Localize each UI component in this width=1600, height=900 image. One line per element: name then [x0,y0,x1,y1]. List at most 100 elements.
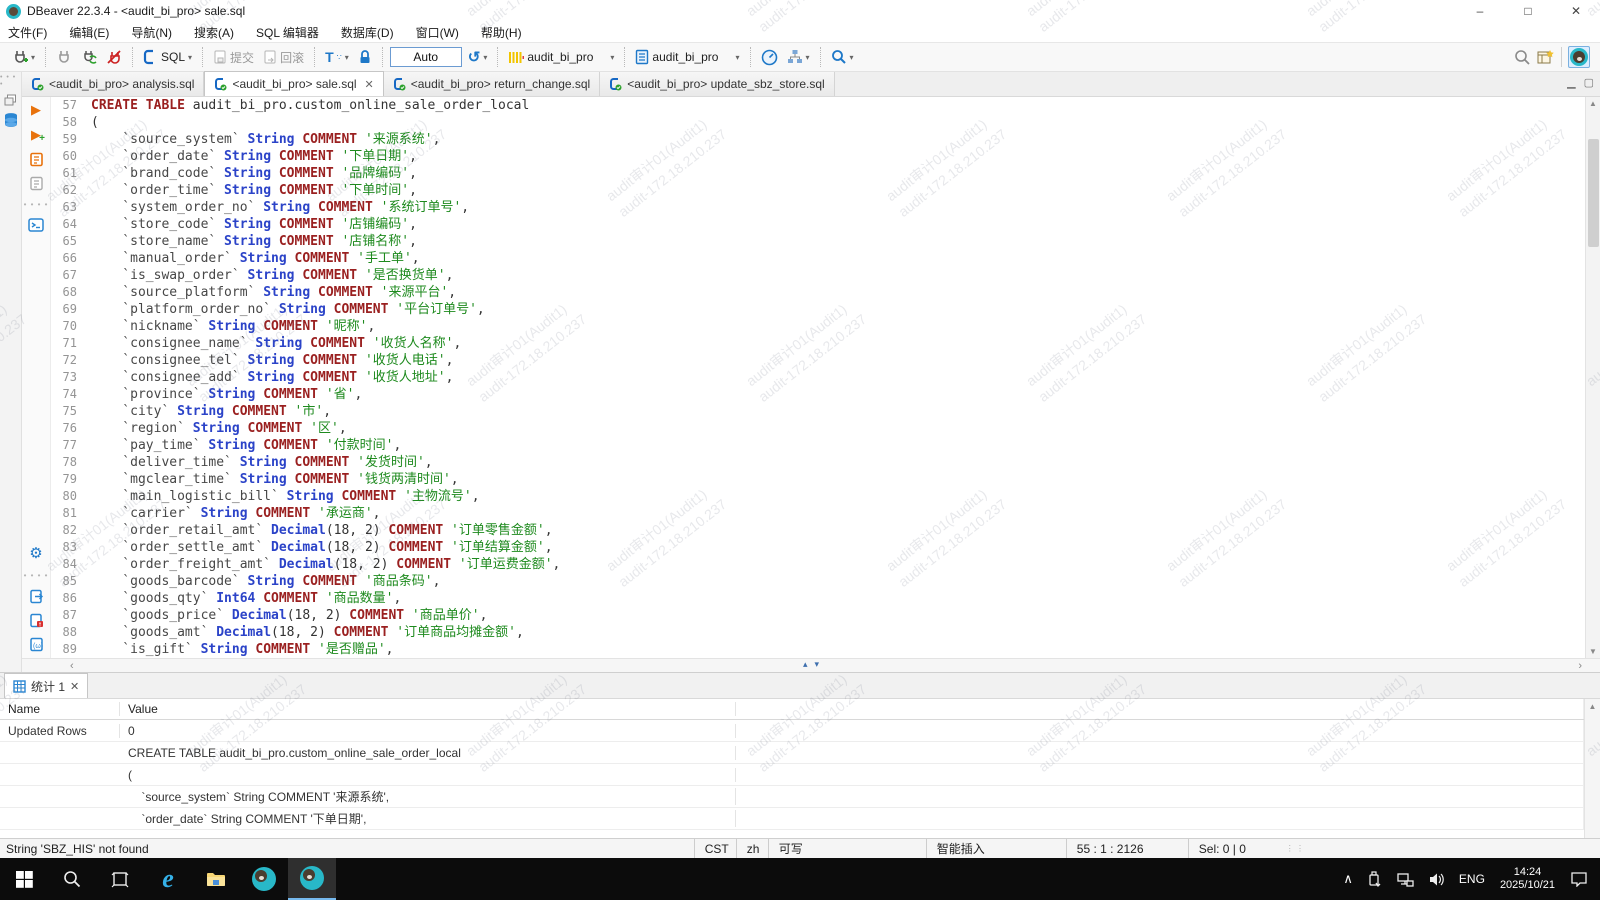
volume-tray-icon[interactable] [1421,858,1452,900]
transaction-mode-button[interactable]: T ∵ ▾ [322,47,352,67]
disconnect-button[interactable] [103,47,125,67]
table-row[interactable]: `order_date` String COMMENT '下单日期', [0,808,1600,830]
dropdown-icon[interactable]: ▾ [735,53,739,62]
commit-mode-select[interactable]: Auto [390,47,462,67]
language-indicator[interactable]: ENG [1452,858,1492,900]
close-tab-icon[interactable]: ✕ [365,78,374,91]
find-button[interactable]: ▾ [828,47,857,67]
scrollbar-thumb[interactable] [1588,139,1599,247]
close-button[interactable]: ✕ [1552,0,1600,22]
editor-tab[interactable]: <audit_bi_pro> analysis.sql [22,72,204,96]
minimize-panel-icon[interactable]: ▁ [1567,76,1575,89]
reconnect-button[interactable] [78,47,100,67]
editor-horizontal-scrollbar[interactable]: ‹ › ▴▾ [22,658,1600,672]
history-button[interactable]: ↺ ▾ [465,46,491,68]
dropdown-icon[interactable]: ▾ [850,53,854,62]
cell-value[interactable]: 0 [120,724,736,738]
tray-chevron-icon[interactable]: ∧ [1336,858,1360,900]
file-explorer-button[interactable] [192,858,240,900]
network-tray-icon[interactable] [1389,858,1421,900]
commit-button[interactable]: 提交 [210,47,257,68]
rollback-button[interactable]: 回滚 [260,47,307,68]
menu-item[interactable]: 编辑(E) [69,24,109,41]
quick-search-icon[interactable] [1514,49,1531,66]
menu-item[interactable]: 数据库(D) [341,24,394,41]
scroll-right-icon[interactable]: › [1578,659,1582,672]
scroll-left-icon[interactable]: ‹ [70,659,74,672]
splitter-sash-arrows[interactable]: ▴▾ [803,658,819,670]
database-navigator-icon[interactable] [3,112,19,128]
schema-selector[interactable]: audit_bi_pro ▾ [632,47,742,67]
connect-button[interactable] [53,47,75,67]
grid-scroll-up-icon[interactable]: ▲ [1585,699,1600,711]
explain-plan-icon[interactable] [29,176,44,191]
cell-value[interactable]: `order_date` String COMMENT '下单日期', [120,810,736,827]
taskbar-clock[interactable]: 14:24 2025/10/21 [1492,866,1563,892]
editor-tab[interactable]: <audit_bi_pro> update_sbz_store.sql [600,72,834,96]
scroll-up-icon[interactable]: ▲ [1586,99,1600,108]
scroll-down-icon[interactable]: ▼ [1586,647,1600,656]
status-selection[interactable]: Sel: 0 | 0 [1188,839,1280,858]
execute-statement-icon[interactable]: ▶ [31,102,41,118]
cell-value[interactable]: CREATE TABLE audit_bi_pro.custom_online_… [120,746,736,760]
new-connection-button[interactable]: ▾ [9,47,38,67]
editor-vertical-scrollbar[interactable]: ▲ ▼ [1585,97,1600,658]
action-center-button[interactable] [1563,858,1600,900]
settings-gear-icon[interactable]: ⚙ [29,544,42,562]
dropdown-icon[interactable]: ▾ [483,53,487,62]
taskbar-search-button[interactable] [48,858,96,900]
menu-item[interactable]: 窗口(W) [416,24,459,41]
table-row[interactable]: CREATE TABLE audit_bi_pro.custom_online_… [0,742,1600,764]
export-result-icon[interactable] [29,589,44,604]
grid-scrollbar[interactable]: ▲ [1584,699,1600,838]
dbeaver-taskbar-button[interactable] [240,858,288,900]
log-error-icon[interactable] [29,613,44,628]
sql-console-icon[interactable] [28,218,44,232]
execute-script-icon[interactable] [29,152,44,167]
status-write-mode[interactable]: 可写 [768,839,926,858]
dropdown-icon[interactable]: ▾ [610,53,614,62]
usb-tray-icon[interactable] [1360,858,1389,900]
internet-explorer-button[interactable]: e [144,858,192,900]
column-header-value[interactable]: Value [120,702,736,716]
sash-up-icon[interactable]: ▴ [803,658,808,670]
maximize-panel-icon[interactable]: ▢ [1584,76,1594,89]
dbeaver-perspective-button[interactable] [1568,46,1590,68]
menu-item[interactable]: 文件(F) [8,24,47,41]
status-timezone[interactable]: CST [694,839,736,858]
start-button[interactable] [0,858,48,900]
table-row[interactable]: ( [0,764,1600,786]
restore-view-icon[interactable] [4,94,17,106]
er-diagram-button[interactable]: ▾ [784,47,813,67]
dropdown-icon[interactable]: ▾ [31,53,35,62]
maximize-button[interactable]: □ [1504,0,1552,22]
dropdown-icon[interactable]: ▾ [188,53,192,62]
sash-down-icon[interactable]: ▾ [815,658,820,670]
dropdown-icon[interactable]: ▾ [806,53,810,62]
status-caret-position[interactable]: 55 : 1 : 2126 [1066,839,1188,858]
statistics-grid[interactable]: NameValue Updated Rows0 CREATE TABLE audit… [0,699,1600,838]
table-row[interactable]: Updated Rows0 [0,720,1600,742]
execute-new-tab-icon[interactable]: ▶+ [31,127,41,143]
menu-item[interactable]: 搜索(A) [194,24,234,41]
connection-selector[interactable]: audit_bi_pro ▾ [505,47,617,67]
editor-tab[interactable]: <audit_bi_pro> return_change.sql [384,72,600,96]
status-insert-mode[interactable]: 智能插入 [926,839,1066,858]
table-row[interactable]: `source_system` String COMMENT '来源系统', [0,786,1600,808]
close-tab-icon[interactable]: ✕ [70,680,79,693]
sql-editor-button[interactable]: SQL ▾ [140,47,195,67]
editor-tab[interactable]: <audit_bi_pro> sale.sql✕ [204,71,383,96]
cell-value[interactable]: `source_system` String COMMENT '来源系统', [120,788,736,805]
output-console-icon[interactable]: (ω) [29,637,44,652]
cell-value[interactable]: ( [120,768,736,782]
column-header-name[interactable]: Name [0,702,120,716]
task-view-button[interactable] [96,858,144,900]
menu-item[interactable]: 帮助(H) [481,24,522,41]
sql-code-area[interactable]: 57CREATE TABLE audit_bi_pro.custom_onlin… [51,97,1585,658]
menu-item[interactable]: SQL 编辑器 [256,24,319,41]
status-locale[interactable]: zh [736,839,768,858]
dbeaver-taskbar-button-active[interactable] [288,858,336,900]
dropdown-icon[interactable]: ▾ [345,53,349,62]
menu-item[interactable]: 导航(N) [131,24,172,41]
open-perspective-icon[interactable] [1537,49,1555,65]
